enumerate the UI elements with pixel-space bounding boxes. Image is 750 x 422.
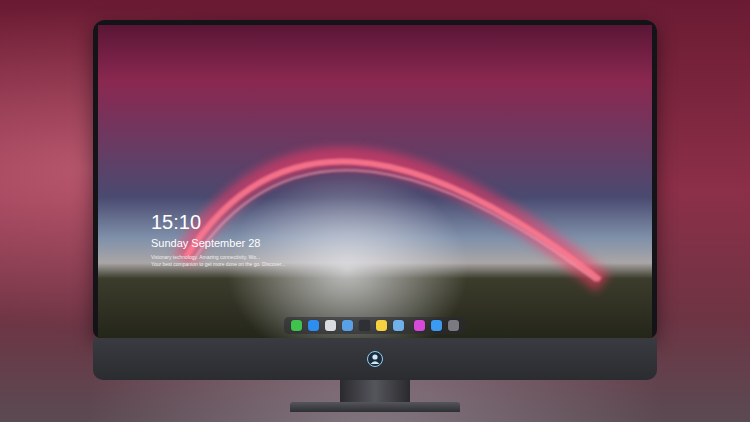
dock-app-icon[interactable] [291,320,302,331]
dock-app-icon[interactable] [431,320,442,331]
notice-line: Visionary technology. Amazing connectivi… [151,254,652,261]
dock-app-icon[interactable] [393,320,404,331]
clock-date: Sunday September 28 [151,236,652,250]
dock [284,317,466,334]
clock-time: 15:10 [151,210,652,234]
lock-screen-info: 15:10 Sunday September 28 Visionary techno… [98,25,652,268]
dock-app-icon[interactable] [359,320,370,331]
wallpaper-aurora-icon [98,25,652,338]
dock-group [414,320,459,331]
dock-group [291,320,404,331]
dock-app-icon[interactable] [448,320,459,331]
monitor-chin [93,338,657,380]
lock-notice: Visionary technology. Amazing connectivi… [151,254,652,268]
monitor-bezel: 15:10 Sunday September 28 Visionary techno… [93,20,657,338]
dock-row [98,317,652,338]
monitor-stand-neck [340,380,410,402]
dock-app-icon[interactable] [376,320,387,331]
monitor-stand-base [290,402,460,412]
desktop-screen: 15:10 Sunday September 28 Visionary techno… [98,25,652,338]
dock-app-icon[interactable] [414,320,425,331]
notice-line: Your best companion to get more done on … [151,261,652,268]
dock-app-icon[interactable] [308,320,319,331]
dock-app-icon[interactable] [325,320,336,331]
spacer [98,268,652,317]
monitor: 15:10 Sunday September 28 Visionary techno… [93,20,657,412]
dock-app-icon[interactable] [342,320,353,331]
brand-logo-icon [367,351,383,367]
